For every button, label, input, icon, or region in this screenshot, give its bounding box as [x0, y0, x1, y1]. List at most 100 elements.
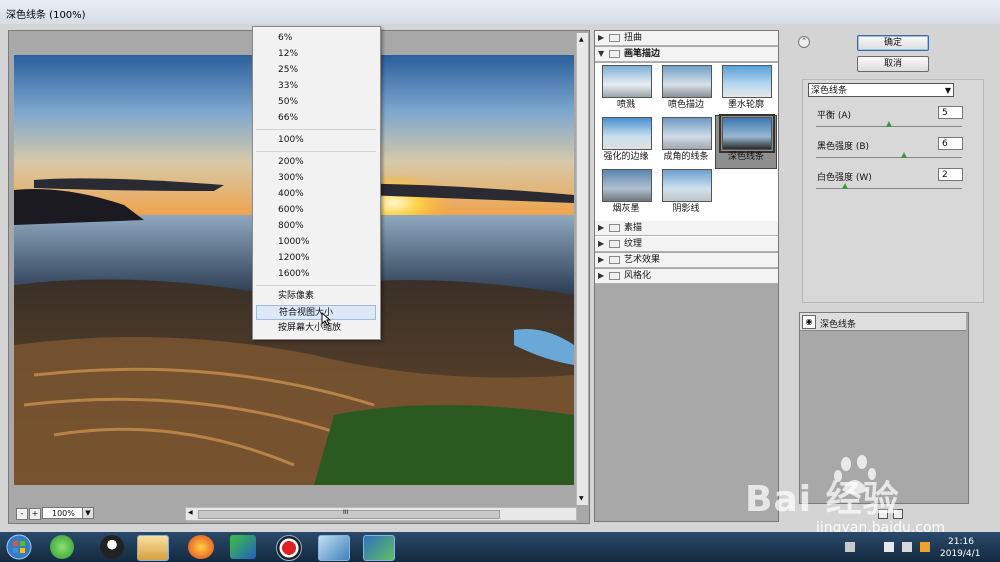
- chevron-down-icon[interactable]: ▼: [945, 84, 951, 98]
- expand-arrow-icon[interactable]: ▶: [598, 237, 604, 251]
- zoom-menu-item[interactable]: 66%: [256, 111, 376, 126]
- expand-arrow-icon[interactable]: ▶: [598, 269, 604, 283]
- filter-thumb-ink-outlines[interactable]: [722, 65, 772, 98]
- folder-icon: [609, 256, 620, 264]
- menu-separator: [256, 285, 376, 286]
- filter-select[interactable]: 深色线条 ▼: [808, 83, 954, 97]
- param-label-balance: 平衡 (A): [817, 111, 852, 121]
- expand-arrow-icon[interactable]: ▶: [598, 31, 604, 45]
- zoom-menu-item[interactable]: 1200%: [256, 251, 376, 266]
- preview-vertical-scrollbar[interactable]: ▲ ▼: [576, 33, 588, 505]
- zoom-menu-item[interactable]: 400%: [256, 187, 376, 202]
- zoom-menu-item[interactable]: 25%: [256, 63, 376, 78]
- filter-thumb-accented-edges[interactable]: [602, 117, 652, 150]
- filter-thumb-dark-strokes[interactable]: [719, 114, 775, 153]
- zoom-select[interactable]: 100% ▼: [42, 507, 94, 519]
- tray-keyboard-icon[interactable]: [845, 542, 855, 552]
- white-intensity-slider-knob[interactable]: [842, 183, 849, 189]
- category-artistic[interactable]: ▶ 艺术效果: [595, 253, 778, 268]
- zoom-menu-item[interactable]: 50%: [256, 95, 376, 110]
- scroll-down-icon[interactable]: ▼: [579, 495, 584, 502]
- zoom-menu-item[interactable]: 200%: [256, 155, 376, 170]
- category-sketch[interactable]: ▶ 素描: [595, 221, 778, 236]
- ok-button[interactable]: 确定: [857, 35, 929, 51]
- white-intensity-slider-track[interactable]: [816, 188, 962, 189]
- expand-arrow-icon[interactable]: ▶: [598, 221, 604, 235]
- clock-time[interactable]: 21:16: [948, 537, 974, 547]
- zoom-menu-item[interactable]: 6%: [256, 31, 376, 46]
- scroll-grip: III: [343, 509, 349, 516]
- collapse-gallery-icon[interactable]: ⌃: [798, 36, 810, 48]
- zoom-menu-item[interactable]: 100%: [256, 133, 376, 148]
- category-texture[interactable]: ▶ 纹理: [595, 237, 778, 252]
- preview-horizontal-scrollbar[interactable]: ◀ III: [185, 507, 577, 521]
- category-stylize[interactable]: ▶ 风格化: [595, 269, 778, 284]
- start-button-icon[interactable]: [2, 533, 36, 561]
- horizontal-scroll-thumb[interactable]: III: [198, 509, 500, 519]
- filter-thumb-crosshatch[interactable]: [662, 169, 712, 202]
- menu-separator: [256, 129, 376, 130]
- scroll-up-icon[interactable]: ▲: [579, 36, 584, 43]
- zoom-menu-item[interactable]: 600%: [256, 203, 376, 218]
- black-intensity-slider-knob[interactable]: [900, 152, 907, 158]
- black-intensity-input[interactable]: 6: [938, 137, 963, 150]
- white-intensity-input[interactable]: 2: [938, 168, 963, 181]
- cancel-button[interactable]: 取消: [857, 56, 929, 72]
- expand-arrow-icon[interactable]: ▶: [598, 253, 604, 267]
- taskbar-record-icon[interactable]: [276, 535, 302, 561]
- zoom-menu-item[interactable]: 1000%: [256, 235, 376, 250]
- filter-label: 强化的边缘: [603, 152, 649, 162]
- zoom-menu-item[interactable]: 1600%: [256, 267, 376, 282]
- taskbar-firefox-icon[interactable]: [188, 535, 214, 559]
- chevron-down-icon[interactable]: ▼: [82, 508, 93, 518]
- taskbar-app-icon-3[interactable]: [318, 535, 350, 561]
- zoom-menu-actual-pixels[interactable]: 实际像素: [256, 289, 376, 304]
- zoom-menu-item[interactable]: 33%: [256, 79, 376, 94]
- taskbar-photoshop-icon[interactable]: [363, 535, 395, 561]
- folder-icon: [609, 272, 620, 280]
- taskbar-app-icon-1[interactable]: [50, 535, 74, 559]
- filter-label: 墨水轮廓: [727, 100, 764, 110]
- eye-icon[interactable]: ◉: [802, 315, 816, 329]
- folder-icon: [609, 240, 620, 248]
- zoom-dropdown-menu: 6% 12% 25% 33% 50% 66% 100% 200% 300% 40…: [252, 26, 381, 340]
- filter-label-selected: 深色线条: [727, 152, 764, 162]
- filter-label: 阴影线: [672, 204, 700, 214]
- zoom-menu-item[interactable]: 300%: [256, 171, 376, 186]
- tray-volume-icon[interactable]: [902, 542, 912, 552]
- zoom-in-button[interactable]: +: [29, 508, 41, 520]
- taskbar-qq-icon[interactable]: [100, 535, 124, 559]
- zoom-menu-item[interactable]: 12%: [256, 47, 376, 62]
- zoom-menu-fit-screen[interactable]: 按屏幕大小缩放: [256, 321, 376, 336]
- filter-thumb-sprayed-strokes[interactable]: [662, 65, 712, 98]
- black-intensity-slider-track[interactable]: [816, 157, 962, 158]
- zoom-menu-item[interactable]: 800%: [256, 219, 376, 234]
- collapse-arrow-icon[interactable]: ▼: [598, 47, 604, 61]
- param-label-white-intensity: 白色强度 (W): [817, 173, 872, 183]
- filter-label: 喷色描边: [667, 100, 704, 110]
- param-label-black-intensity: 黑色强度 (B): [817, 142, 870, 152]
- filter-thumb-angled-strokes[interactable]: [662, 117, 712, 150]
- taskbar-app-icon-2[interactable]: [230, 535, 256, 559]
- category-brush-strokes[interactable]: ▼ 画笔描边: [595, 47, 778, 62]
- folder-icon: [609, 34, 620, 42]
- title-bar: 深色线条 (100%): [0, 0, 1000, 25]
- scroll-left-icon[interactable]: ◀: [188, 509, 193, 516]
- balance-input[interactable]: 5: [938, 106, 963, 119]
- category-distort[interactable]: ▶ 扭曲: [595, 31, 778, 46]
- menu-separator: [256, 151, 376, 152]
- filter-thumb-spatter[interactable]: [602, 65, 652, 98]
- filter-label: 成角的线条: [663, 152, 709, 162]
- tray-network-icon[interactable]: [920, 542, 930, 552]
- folder-icon: [609, 224, 620, 232]
- filter-label: 喷溅: [616, 100, 635, 110]
- filter-thumb-sumi-e[interactable]: [602, 169, 652, 202]
- taskbar-explorer-icon[interactable]: [137, 535, 169, 561]
- zoom-menu-fit-view[interactable]: 符合视图大小: [256, 305, 376, 320]
- tray-flag-icon[interactable]: [884, 542, 894, 552]
- clock-date[interactable]: 2019/4/1: [940, 549, 980, 559]
- zoom-out-button[interactable]: -: [16, 508, 28, 520]
- balance-slider-knob[interactable]: [886, 121, 892, 127]
- window-title: 深色线条 (100%): [6, 10, 86, 21]
- folder-icon: [609, 50, 620, 58]
